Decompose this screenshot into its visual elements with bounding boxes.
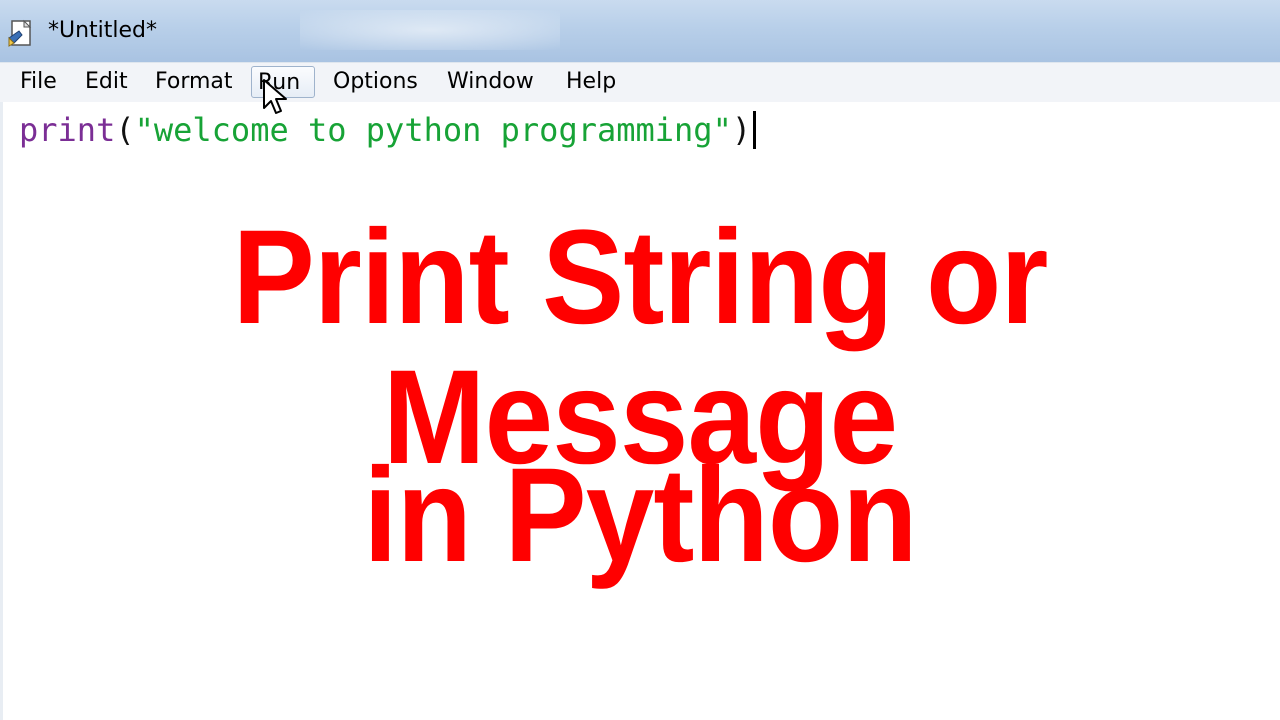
text-caret (753, 111, 757, 149)
menu-options[interactable]: Options (327, 66, 424, 98)
code-open-paren: ( (115, 111, 135, 149)
window-title: *Untitled* (48, 18, 158, 43)
code-string: "welcome to python programming" (134, 111, 732, 149)
menu-format[interactable]: Format (149, 66, 239, 98)
menu-bar: File Edit Format Run Options Window Help (0, 62, 1280, 103)
window-titlebar: *Untitled* (0, 0, 1280, 62)
titlebar-glow (300, 10, 560, 50)
code-keyword: print (19, 111, 116, 149)
menu-help[interactable]: Help (560, 66, 622, 98)
menu-edit[interactable]: Edit (79, 66, 134, 98)
code-close-paren: ) (731, 111, 752, 149)
menu-file[interactable]: File (14, 66, 63, 98)
menu-window[interactable]: Window (441, 66, 540, 98)
headline-line-2: in Python (363, 441, 917, 590)
mouse-pointer-icon (262, 78, 292, 118)
code-line[interactable]: print("welcome to python programming") (19, 110, 757, 150)
python-file-icon[interactable] (6, 18, 38, 50)
